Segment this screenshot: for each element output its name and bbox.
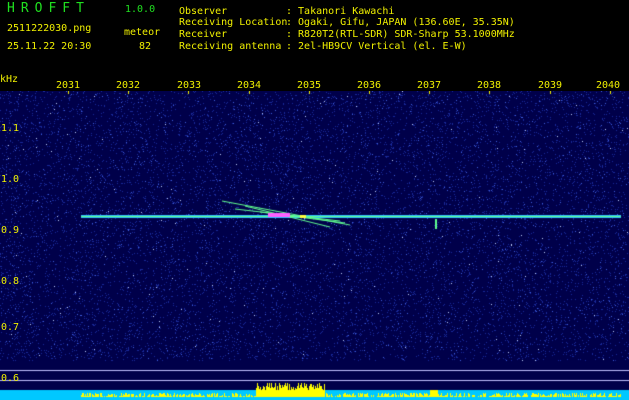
y-tick-label: 1.1	[1, 123, 20, 134]
file-datetime: 25.11.22 20:30	[7, 41, 92, 52]
observer-label: Observer	[179, 6, 228, 17]
x-tick-label: 2039	[537, 80, 563, 91]
x-tick-label: 2037	[416, 80, 442, 91]
x-tick-label: 2036	[356, 80, 382, 91]
app-version: 1.0.0	[125, 4, 156, 15]
x-tick-label: 2032	[115, 80, 141, 91]
x-tick-label: 2035	[296, 80, 322, 91]
y-tick-label: 0.6	[1, 373, 20, 384]
y-tick-label: 0.9	[1, 225, 20, 236]
x-tick-label: 2038	[476, 80, 502, 91]
x-tick-label: 2040	[595, 80, 621, 91]
x-tick-label: 2033	[176, 80, 202, 91]
antenna-label: Receiving antenna	[179, 41, 282, 52]
spectrogram-canvas	[0, 91, 629, 400]
receiver-label: Receiver	[179, 29, 228, 40]
location-value: : Ogaki, Gifu, JAPAN (136.60E, 35.35N)	[286, 17, 515, 28]
x-tick-label: 2031	[55, 80, 81, 91]
y-tick-label: 1.0	[1, 174, 20, 185]
file-name: 2511222030.png	[7, 23, 92, 34]
antenna-value: : 2el-HB9CV Vertical (el. E-W)	[286, 41, 467, 52]
detection-count: 82	[139, 41, 152, 52]
location-label: Receiving Location	[179, 17, 288, 28]
detection-category: meteor	[124, 27, 161, 38]
y-axis-unit: kHz	[0, 74, 19, 85]
info-header: HROFFT 1.0.0 2511222030.png 25.11.22 20:…	[0, 0, 629, 73]
receiver-value: : R820T2(RTL-SDR) SDR-Sharp 53.1000MHz	[286, 29, 515, 40]
y-tick-label: 0.7	[1, 322, 20, 333]
observer-value: : Takanori Kawachi	[286, 6, 395, 17]
y-tick-label: 0.8	[1, 276, 20, 287]
x-tick-label: 2034	[236, 80, 262, 91]
app-title: HROFFT	[7, 1, 90, 16]
